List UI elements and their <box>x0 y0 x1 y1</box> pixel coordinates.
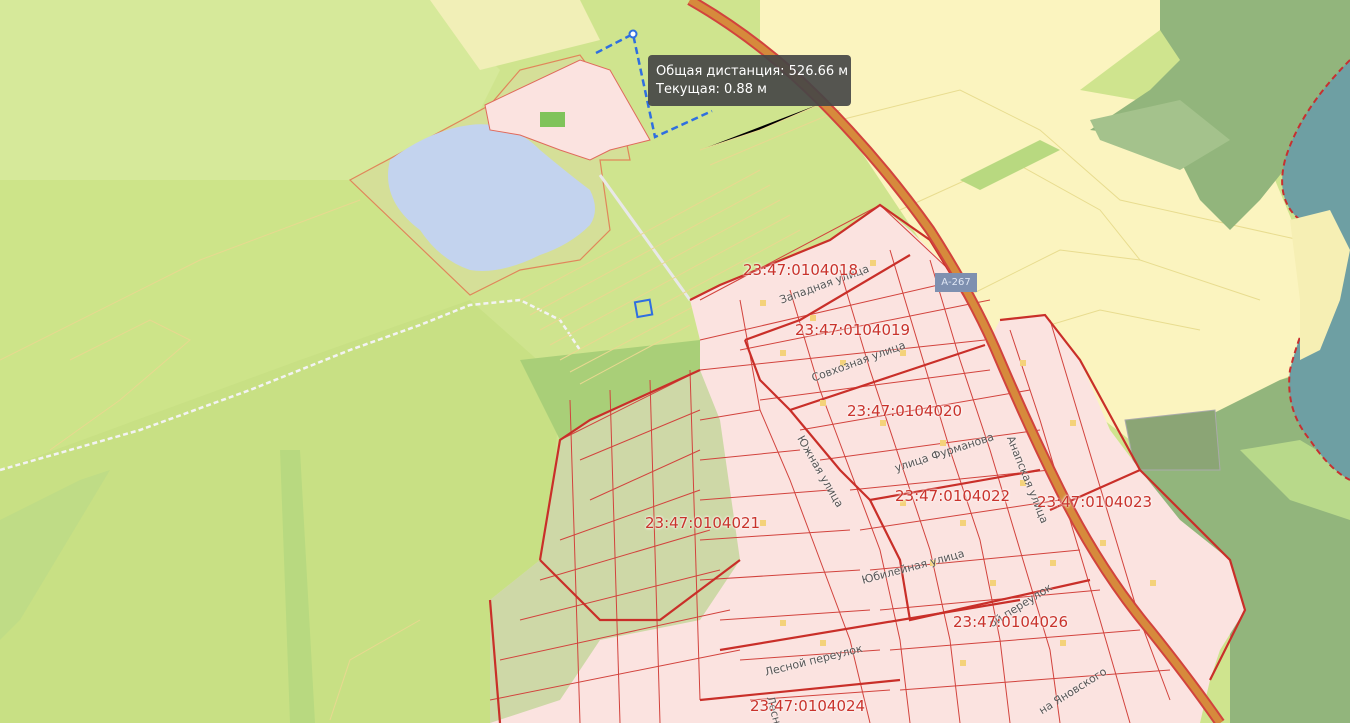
quarter-label[interactable]: 23:47:0104020 <box>847 402 962 420</box>
quarry-area <box>1124 409 1221 471</box>
quarter-label[interactable]: 23:47:0104024 <box>750 697 865 715</box>
current-distance-label: Текущая: 0.88 м <box>656 82 767 97</box>
map-canvas[interactable] <box>0 0 1350 723</box>
quarter-label[interactable]: 23:47:0104026 <box>953 613 1068 631</box>
road-shield: А-267 <box>935 273 977 292</box>
measure-vertex[interactable] <box>628 29 638 39</box>
quarter-label[interactable]: 23:47:0104019 <box>795 321 910 339</box>
quarter-label[interactable]: 23:47:0104023 <box>1037 493 1152 511</box>
measure-tooltip: Общая дистанция: 526.66 м Текущая: 0.88 … <box>648 55 851 106</box>
quarter-label[interactable]: 23:47:0104018 <box>743 261 858 279</box>
green-field <box>540 112 565 127</box>
quarter-label[interactable]: 23:47:0104022 <box>895 487 1010 505</box>
map-viewport[interactable]: Западная улица Совхозная улица Южная ули… <box>0 0 1350 723</box>
total-distance-label: Общая дистанция: 526.66 м <box>656 64 849 79</box>
quarter-label[interactable]: 23:47:0104021 <box>645 514 760 532</box>
